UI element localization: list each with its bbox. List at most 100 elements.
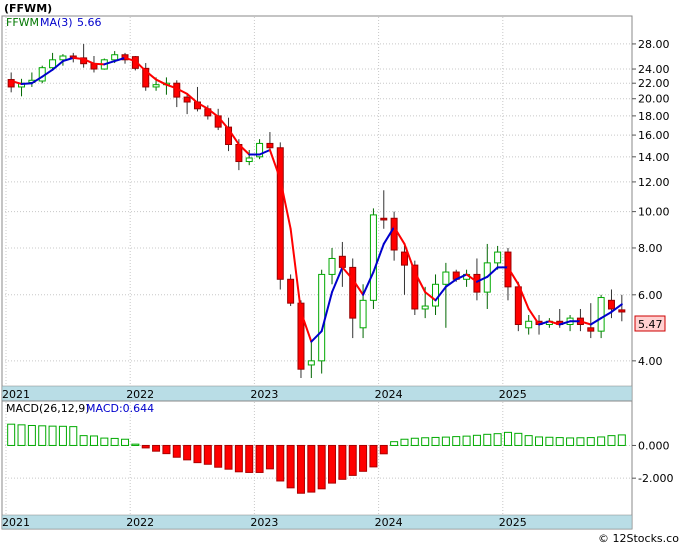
macd-bar-positive	[566, 437, 575, 446]
macd-bar-positive	[121, 438, 130, 446]
price-tick-label: 8.00	[638, 242, 663, 255]
candle-down	[380, 217, 388, 221]
macd-x-label: 2022	[126, 516, 154, 529]
macd-bar-positive	[7, 423, 16, 446]
macd-bar-positive	[535, 436, 544, 446]
macd-bar-positive	[514, 432, 523, 446]
macd-x-label: 2023	[250, 516, 278, 529]
macd-bar-positive	[48, 425, 57, 446]
candle-down	[349, 266, 357, 319]
candle-up	[597, 297, 605, 332]
macd-bar-positive	[545, 436, 554, 446]
candle-down	[618, 309, 626, 313]
candle-down	[473, 273, 481, 293]
macd-x-label: 2024	[375, 516, 403, 529]
price-tick-label: 16.00	[638, 129, 670, 142]
macd-bar-negative	[359, 444, 368, 472]
macd-bar-negative	[328, 444, 337, 484]
macd-bar-positive	[17, 424, 26, 446]
macd-x-axis-band	[1, 514, 633, 530]
macd-bar-positive	[452, 436, 461, 446]
macd-bar-negative	[338, 444, 347, 480]
macd-tick-label: -2.000	[638, 472, 673, 485]
candle-up	[245, 157, 253, 163]
legend-ma-value: 5.66	[77, 16, 102, 29]
macd-bar-positive	[607, 435, 616, 446]
ma-segment	[92, 62, 106, 66]
macd-bar-negative	[307, 444, 316, 493]
price-x-label: 2021	[2, 388, 30, 401]
macd-bar-negative	[369, 444, 378, 468]
macd-x-label: 2021	[2, 516, 30, 529]
chart-title: (FFWM)	[4, 2, 52, 15]
price-tick-label: 14.00	[638, 151, 670, 164]
macd-bar-negative	[276, 444, 285, 482]
macd-bar-negative	[203, 444, 212, 465]
macd-bar-negative	[183, 444, 192, 461]
macd-bar-negative	[265, 444, 274, 470]
macd-bar-negative	[193, 444, 202, 464]
candle-down	[390, 217, 398, 251]
macd-tick-label: 0.000	[638, 439, 670, 452]
price-tick-label: 24.00	[638, 63, 670, 76]
price-tick-label: 12.00	[638, 176, 670, 189]
macd-bar-positive	[586, 437, 595, 446]
macd-bar-positive	[27, 424, 36, 446]
macd-bar-negative	[162, 444, 171, 455]
macd-bar-positive	[617, 434, 626, 446]
candle-up	[421, 305, 429, 310]
price-x-axis-band	[1, 385, 633, 402]
candle-up	[59, 55, 67, 61]
candle-down	[400, 251, 408, 266]
macd-bar-negative	[379, 444, 388, 455]
macd-bar-positive	[597, 436, 606, 446]
price-x-label: 2024	[375, 388, 403, 401]
legend-ma-label: MA(3)	[40, 16, 73, 29]
candle-down	[514, 286, 522, 325]
macd-legend-value: MACD:0.644	[86, 402, 154, 415]
candle-up	[359, 299, 367, 329]
candle-up	[525, 320, 533, 329]
price-tick-label: 4.00	[638, 355, 663, 368]
candle-up	[442, 271, 450, 285]
macd-bar-negative	[141, 444, 150, 449]
candle-down	[183, 96, 191, 103]
macd-bar-negative	[317, 444, 326, 490]
candle-up	[152, 84, 160, 88]
macd-bar-negative	[234, 444, 243, 473]
macd-bar-positive	[421, 437, 430, 446]
macd-bar-positive	[38, 425, 47, 446]
macd-bar-negative	[152, 444, 161, 452]
candle-up	[318, 273, 326, 362]
macd-axis-ticks: 0.000 -2.000	[632, 439, 673, 485]
macd-legend-name: MACD(26,12,9)	[6, 402, 90, 415]
macd-bar-positive	[441, 436, 450, 446]
macd-bar-negative	[296, 444, 305, 494]
macd-bar-negative	[224, 444, 233, 470]
price-tick-label: 22.00	[638, 77, 670, 90]
macd-bar-negative	[172, 444, 181, 458]
price-tick-label: 20.00	[638, 93, 670, 106]
macd-bar-negative	[255, 444, 264, 473]
candle-down	[266, 142, 274, 149]
macd-bar-positive	[555, 437, 564, 446]
ma-segment	[20, 82, 33, 85]
macd-bar-positive	[410, 437, 419, 446]
candle-up	[111, 54, 119, 61]
macd-bar-positive	[58, 425, 67, 446]
macd-bar-positive	[431, 436, 440, 446]
macd-bar-positive	[69, 426, 78, 446]
candle-up	[494, 251, 502, 264]
last-price-label: 5.47	[638, 318, 663, 331]
macd-bar-positive	[576, 437, 585, 446]
macd-bar-negative	[286, 444, 295, 489]
candle-up	[307, 360, 315, 366]
price-tick-label: 6.00	[638, 289, 663, 302]
price-x-label: 2025	[499, 388, 527, 401]
macd-bar-negative	[214, 444, 223, 468]
macd-bar-positive	[524, 435, 533, 446]
macd-bar-positive	[131, 443, 140, 446]
macd-bar-positive	[472, 434, 481, 446]
ma-segment	[72, 56, 85, 61]
watermark: © 12Stocks.com	[598, 532, 680, 545]
